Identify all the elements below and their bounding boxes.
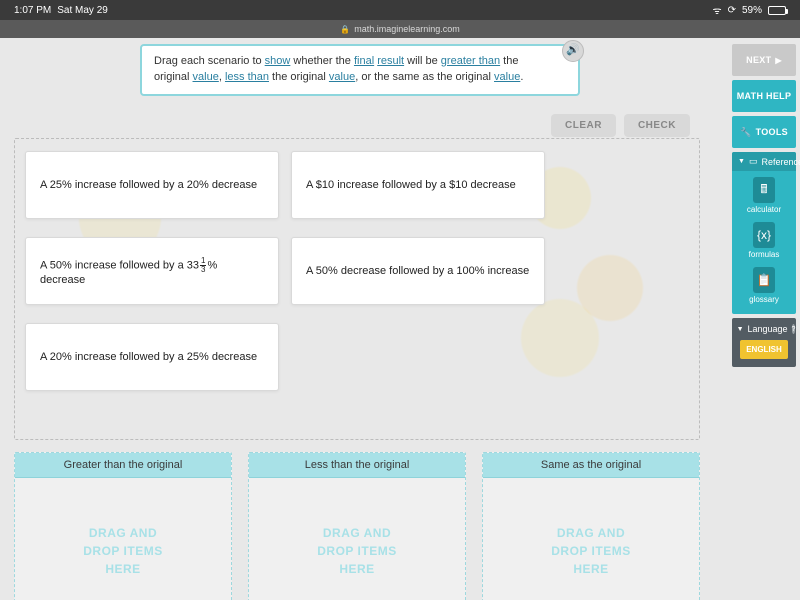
battery-pct: 59% (742, 5, 762, 16)
check-button[interactable]: CHECK (624, 114, 690, 137)
help-icon[interactable]: ? (792, 324, 796, 334)
card-label: A 20% increase followed by a 25% decreas… (40, 351, 257, 363)
clear-button[interactable]: CLEAR (551, 114, 616, 137)
zone-placeholder: DRAG ANDDROP ITEMSHERE (483, 478, 699, 600)
reference-header[interactable]: ▼ ▭ Reference (732, 152, 796, 171)
calculator-tool[interactable]: 🖩 calculator (732, 171, 796, 216)
card-50dec-100inc[interactable]: A 50% decrease followed by a 100% increa… (291, 237, 545, 305)
calculator-icon: 🖩 (753, 177, 775, 203)
keyword-greater-than[interactable]: greater than (441, 55, 500, 67)
keyword-value-3[interactable]: value (494, 71, 520, 83)
drop-zone-same[interactable]: Same as the original DRAG ANDDROP ITEMSH… (482, 452, 700, 600)
keyword-result[interactable]: result (377, 55, 404, 67)
keyword-show[interactable]: show (265, 55, 291, 67)
battery-icon (768, 6, 786, 15)
instruction-text: Drag each scenario to (154, 55, 265, 67)
card-label: A $10 increase followed by a $10 decreas… (306, 179, 516, 191)
chevron-down-icon: ▼ (737, 326, 744, 333)
formulas-tool[interactable]: {x} formulas (732, 216, 796, 261)
card-label: A 50% increase followed by a 3313% decre… (40, 257, 264, 286)
card-50inc-33dec[interactable]: A 50% increase followed by a 3313% decre… (25, 237, 279, 305)
speaker-icon[interactable]: 🔊 (562, 40, 584, 62)
english-button[interactable]: ENGLISH (740, 340, 788, 359)
keyword-less-than[interactable]: less than (225, 71, 269, 83)
card-label: A 50% decrease followed by a 100% increa… (306, 265, 529, 277)
fraction-one-third: 13 (200, 257, 206, 274)
drag-source-area: A 25% increase followed by a 20% decreas… (14, 138, 700, 440)
wifi-icon: ᯤ (712, 3, 721, 17)
orientation-lock-icon: ⟳ (728, 5, 736, 16)
tools-button[interactable]: TOOLS (732, 116, 796, 148)
card-label: A 25% increase followed by a 20% decreas… (40, 179, 257, 191)
chevron-down-icon: ▼ (738, 158, 745, 165)
instruction-box: Drag each scenario to show whether the f… (140, 44, 580, 96)
status-time: 1:07 PM (14, 5, 51, 16)
zone-placeholder: DRAG ANDDROP ITEMSHERE (15, 478, 231, 600)
zone-header: Greater than the original (15, 453, 231, 478)
browser-address-bar[interactable]: 🔒 math.imaginelearning.com (0, 20, 800, 38)
card-20inc-25dec[interactable]: A 20% increase followed by a 25% decreas… (25, 323, 279, 391)
keyword-value-2[interactable]: value (329, 71, 355, 83)
reference-panel: ▼ ▭ Reference 🖩 calculator {x} formulas … (732, 152, 796, 314)
window-icon: ▭ (749, 156, 758, 167)
drop-zone-less[interactable]: Less than the original DRAG ANDDROP ITEM… (248, 452, 466, 600)
glossary-tool[interactable]: 📋 glossary (732, 261, 796, 306)
next-button[interactable]: NEXT▶ (732, 44, 796, 76)
zone-header: Same as the original (483, 453, 699, 478)
browser-url: math.imaginelearning.com (354, 24, 460, 34)
card-10inc-10dec[interactable]: A $10 increase followed by a $10 decreas… (291, 151, 545, 219)
clipboard-icon: 📋 (753, 267, 775, 293)
keyword-value[interactable]: value (193, 71, 219, 83)
drop-zone-greater[interactable]: Greater than the original DRAG ANDDROP I… (14, 452, 232, 600)
play-icon: ▶ (775, 56, 781, 65)
formulas-icon: {x} (753, 222, 775, 248)
language-panel: ▼ Language ? ENGLISH (732, 318, 796, 367)
lock-icon: 🔒 (340, 25, 350, 34)
language-header[interactable]: ▼ Language ? (732, 322, 796, 340)
status-date: Sat May 29 (57, 5, 108, 16)
keyword-final[interactable]: final (354, 55, 374, 67)
card-25inc-20dec[interactable]: A 25% increase followed by a 20% decreas… (25, 151, 279, 219)
math-help-button[interactable]: MATH HELP (732, 80, 796, 112)
ipad-status-bar: 1:07 PM Sat May 29 ᯤ ⟳ 59% (0, 0, 800, 20)
zone-placeholder: DRAG ANDDROP ITEMSHERE (249, 478, 465, 600)
zone-header: Less than the original (249, 453, 465, 478)
